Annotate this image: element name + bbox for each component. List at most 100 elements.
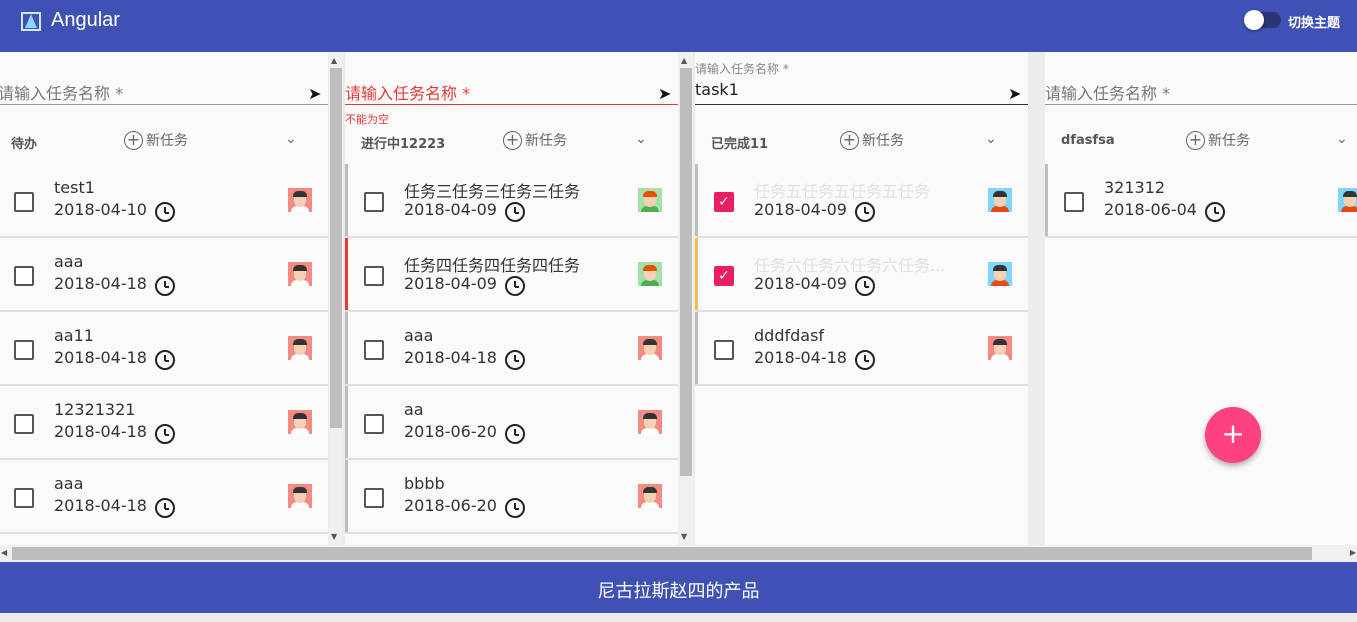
new-task-button[interactable]: + 新任务 <box>1186 130 1250 150</box>
task-item[interactable]: ✓ 任务六任务六任务六任务... 2018-04-09 <box>695 238 1028 312</box>
add-circle-icon: + <box>503 130 522 150</box>
scroll-down-icon[interactable]: ▼ <box>681 532 687 541</box>
list-scrollbar[interactable]: ▲ ▼ <box>329 52 343 545</box>
task-due-date: 2018-06-20 <box>404 422 497 441</box>
alarm-icon <box>505 498 525 518</box>
theme-toggle-label[interactable]: 切换主题 <box>1288 12 1340 31</box>
task-checkbox[interactable] <box>14 192 34 212</box>
list-scrollbar[interactable]: ▲ ▼ <box>679 52 693 545</box>
task-checkbox[interactable]: ✓ <box>714 192 734 212</box>
quick-task-input[interactable]: task1 <box>695 80 739 99</box>
task-checkbox[interactable] <box>364 266 384 286</box>
task-item[interactable]: ✓ 任务五任务五任务五任务 2018-04-09 <box>695 164 1028 238</box>
list-title[interactable]: 已完成11 <box>711 133 768 152</box>
quick-task-input[interactable]: 请输入任务名称 * <box>345 80 470 104</box>
task-desc: aaa <box>54 474 84 493</box>
task-due-date: 2018-04-18 <box>54 348 147 367</box>
list-title[interactable]: 待办 <box>11 133 37 152</box>
chevron-down-icon[interactable]: ⌄ <box>635 131 647 147</box>
alarm-icon <box>505 350 525 370</box>
priority-indicator <box>695 238 698 310</box>
list-header: 已完成11 + 新任务 ⌄ <box>695 127 1028 155</box>
list-title[interactable]: dfasfsa <box>1061 133 1115 148</box>
send-icon[interactable]: ➤ <box>1008 84 1021 103</box>
task-checkbox[interactable] <box>364 414 384 434</box>
task-checkbox[interactable] <box>14 488 34 508</box>
quick-task-form: 请输入任务名称 * ➤ <box>0 52 328 114</box>
avatar <box>988 262 1012 286</box>
alarm-icon <box>855 202 875 222</box>
avatar-hair <box>293 339 307 345</box>
scroll-down-icon[interactable]: ▼ <box>331 532 337 541</box>
task-due-date: 2018-04-09 <box>404 200 497 219</box>
scrollbar-thumb[interactable] <box>330 68 342 428</box>
task-checkbox[interactable] <box>14 266 34 286</box>
avatar <box>638 410 662 434</box>
board-horizontal-scrollbar[interactable]: ◀ ▶ <box>0 545 1357 562</box>
scrollbar-thumb[interactable] <box>680 68 692 476</box>
task-desc: aaa <box>54 252 84 271</box>
scroll-up-icon[interactable]: ▲ <box>331 56 337 65</box>
task-checkbox[interactable] <box>714 340 734 360</box>
scroll-up-icon[interactable]: ▲ <box>681 56 687 65</box>
task-item[interactable]: bbbb 2018-06-20 <box>345 460 678 534</box>
chevron-down-icon[interactable]: ⌄ <box>985 131 997 147</box>
task-list-dfasfsa: 请输入任务名称 * dfasfsa + 新任务 ⌄ 321312 2018-06… <box>1045 52 1357 545</box>
task-due-date: 2018-04-09 <box>754 200 847 219</box>
task-desc: test1 <box>54 178 95 197</box>
alarm-icon <box>155 424 175 444</box>
theme-toggle[interactable] <box>1244 10 1281 30</box>
task-desc: 任务五任务五任务五任务 <box>754 182 931 201</box>
task-due-date: 2018-04-18 <box>404 348 497 367</box>
add-circle-icon: + <box>1186 130 1205 150</box>
list-title[interactable]: 进行中12223 <box>361 133 445 152</box>
task-list-in-progress: 请输入任务名称 * ➤ 不能为空 进行中12223 + 新任务 ⌄ 任务三任务三… <box>345 52 678 545</box>
task-item[interactable]: test1 2018-04-10 <box>0 164 328 238</box>
avatar <box>1338 188 1357 212</box>
task-checkbox[interactable] <box>364 488 384 508</box>
alarm-icon <box>155 276 175 296</box>
alarm-icon <box>155 498 175 518</box>
new-task-button[interactable]: + 新任务 <box>124 130 188 150</box>
scroll-right-icon[interactable]: ▶ <box>1350 548 1356 557</box>
new-task-button[interactable]: + 新任务 <box>503 130 567 150</box>
task-desc: aa11 <box>54 326 94 345</box>
task-item[interactable]: 12321321 2018-04-18 <box>0 386 328 460</box>
scroll-left-icon[interactable]: ◀ <box>1 548 7 557</box>
send-icon[interactable]: ➤ <box>658 84 671 103</box>
task-item[interactable]: 任务四任务四任务四任务 2018-04-09 <box>345 238 678 312</box>
task-due-date: 2018-04-10 <box>54 200 147 219</box>
new-task-button[interactable]: + 新任务 <box>840 130 904 150</box>
task-checkbox[interactable] <box>14 414 34 434</box>
avatar-hair <box>993 265 1007 271</box>
task-list-todo: 请输入任务名称 * ➤ 待办 + 新任务 ⌄ test1 2018-04-10 … <box>0 52 328 545</box>
chevron-down-icon[interactable]: ⌄ <box>1336 131 1348 147</box>
task-item[interactable]: 任务三任务三任务三任务 2018-04-09 <box>345 164 678 238</box>
chevron-down-icon[interactable]: ⌄ <box>285 131 297 147</box>
task-checkbox[interactable]: ✓ <box>714 266 734 286</box>
task-item[interactable]: aa11 2018-04-18 <box>0 312 328 386</box>
quick-task-input[interactable]: 请输入任务名称 * <box>0 80 123 104</box>
scrollbar-thumb[interactable] <box>12 547 1312 560</box>
quick-task-input[interactable]: 请输入任务名称 * <box>1045 80 1170 104</box>
task-checkbox[interactable] <box>364 340 384 360</box>
add-task-fab[interactable]: + <box>1205 407 1261 463</box>
task-item[interactable]: aaa 2018-04-18 <box>345 312 678 386</box>
task-desc: 任务四任务四任务四任务 <box>404 256 581 275</box>
avatar-hair <box>293 487 307 493</box>
task-item[interactable]: aaa 2018-04-18 <box>0 460 328 534</box>
toggle-knob[interactable] <box>1244 10 1264 30</box>
send-icon[interactable]: ➤ <box>308 84 321 103</box>
priority-indicator <box>345 460 348 532</box>
input-underline <box>1045 104 1357 105</box>
task-checkbox[interactable] <box>1064 192 1084 212</box>
task-item[interactable]: dddfdasf 2018-04-18 <box>695 312 1028 386</box>
avatar-hair <box>293 413 307 419</box>
task-checkbox[interactable] <box>364 192 384 212</box>
priority-indicator <box>695 312 698 384</box>
task-checkbox[interactable] <box>14 340 34 360</box>
task-item[interactable]: 321312 2018-06-04 <box>1045 164 1357 238</box>
task-list-done: 请输入任务名称 * task1 ➤ 已完成11 + 新任务 ⌄ ✓ 任务五任务五… <box>695 52 1028 545</box>
task-item[interactable]: aa 2018-06-20 <box>345 386 678 460</box>
task-item[interactable]: aaa 2018-04-18 <box>0 238 328 312</box>
